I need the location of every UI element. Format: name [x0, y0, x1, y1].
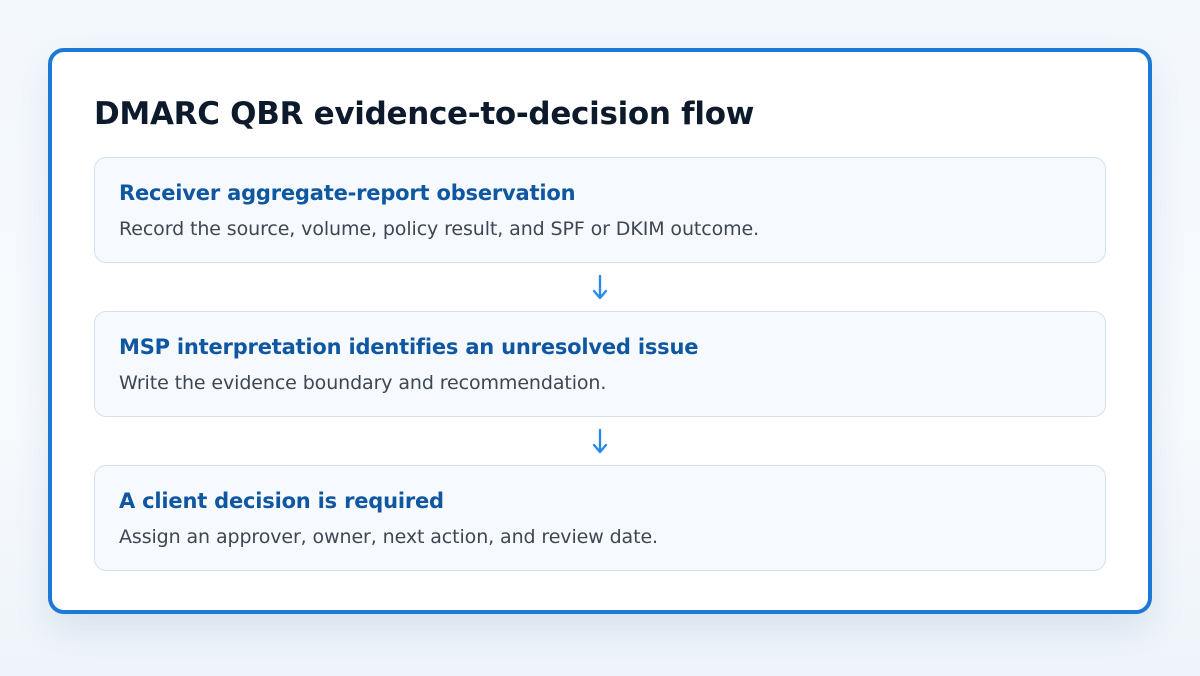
- flow-step-decision: A client decision is required Assign an …: [94, 465, 1106, 571]
- step-description: Write the evidence boundary and recommen…: [119, 372, 607, 394]
- flow-card: DMARC QBR evidence-to-decision flow Rece…: [48, 48, 1152, 614]
- flow-step-observation: Receiver aggregate-report observation Re…: [94, 157, 1106, 263]
- step-description: Assign an approver, owner, next action, …: [119, 526, 658, 548]
- step-title: Receiver aggregate-report observation: [119, 181, 576, 205]
- flow-step-interpretation: MSP interpretation identifies an unresol…: [94, 311, 1106, 417]
- diagram-title: DMARC QBR evidence-to-decision flow: [94, 96, 755, 132]
- step-title: A client decision is required: [119, 489, 444, 513]
- arrow-down-icon: [592, 274, 608, 300]
- step-description: Record the source, volume, policy result…: [119, 218, 760, 240]
- step-title: MSP interpretation identifies an unresol…: [119, 335, 699, 359]
- connector-arrow: [94, 263, 1106, 311]
- arrow-down-icon: [592, 428, 608, 454]
- connector-arrow: [94, 417, 1106, 465]
